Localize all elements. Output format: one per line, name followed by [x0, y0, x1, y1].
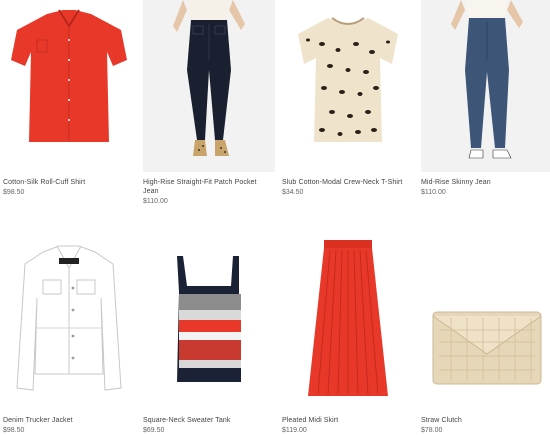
product-image[interactable]	[282, 0, 414, 172]
product-name[interactable]: High-Rise Straight-Fit Patch Pocket Jean	[143, 178, 271, 196]
product-price: $69.50	[143, 427, 165, 434]
blue-jeans-image	[421, 0, 550, 172]
product-price: $98.50	[3, 427, 25, 434]
product-name[interactable]: Mid-Rise Skinny Jean	[421, 178, 550, 187]
product-price: $98.50	[3, 189, 25, 196]
product-image[interactable]	[421, 238, 550, 410]
black-jeans-image	[143, 0, 275, 172]
leopard-tshirt-image	[282, 0, 414, 172]
product-price: $119.00	[282, 427, 307, 434]
product-name[interactable]: Denim Trucker Jacket	[3, 416, 138, 425]
product-image[interactable]	[3, 238, 135, 410]
straw-clutch-image	[421, 238, 550, 410]
white-jacket-image	[3, 238, 135, 410]
product-image[interactable]	[143, 238, 275, 410]
product-name[interactable]: Cotton-Silk Roll-Cuff Shirt	[3, 178, 138, 187]
red-skirt-image	[282, 238, 414, 410]
product-name[interactable]: Straw Clutch	[421, 416, 550, 425]
product-image[interactable]	[282, 238, 414, 410]
product-price: $110.00	[421, 189, 446, 196]
product-image[interactable]	[143, 0, 275, 172]
product-price: $78.00	[421, 427, 443, 434]
product-price: $34.50	[282, 189, 304, 196]
sweater-tank-image	[143, 238, 275, 410]
product-image[interactable]	[3, 0, 135, 172]
product-name[interactable]: Square-Neck Sweater Tank	[143, 416, 278, 425]
product-image[interactable]	[421, 0, 550, 172]
product-name[interactable]: Slub Cotton-Modal Crew-Neck T-Shirt	[282, 178, 417, 187]
product-grid: Cotton-Silk Roll-Cuff Shirt $98.50 High-…	[0, 0, 550, 434]
product-name[interactable]: Pleated Midi Skirt	[282, 416, 417, 425]
red-shirt-image	[3, 0, 135, 172]
product-price: $110.00	[143, 198, 168, 205]
